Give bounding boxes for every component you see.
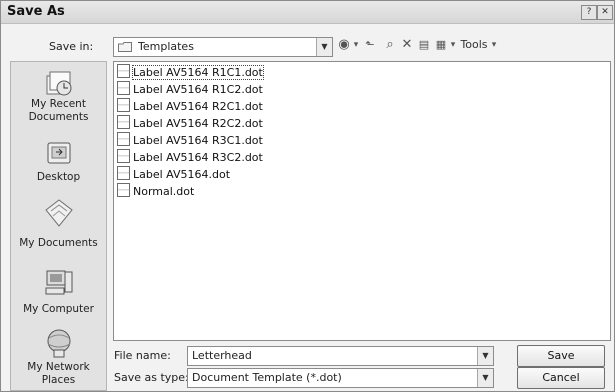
place-my-documents[interactable]: My Documents (11, 196, 106, 250)
file-item[interactable]: Label AV5164.dot (117, 166, 230, 181)
folder-icon (118, 42, 132, 52)
save-button[interactable]: Save (517, 345, 605, 367)
template-file-icon (117, 132, 130, 146)
search-icon[interactable]: ⌕ (383, 37, 397, 53)
new-folder-icon[interactable]: ▤ (417, 37, 431, 53)
file-item[interactable]: Label AV5164 R2C1.dot (117, 98, 263, 113)
place-desktop[interactable]: Desktop (11, 140, 106, 184)
place-my-computer[interactable]: My Computer (11, 268, 106, 316)
save-in-label: Save in: (49, 40, 94, 53)
file-name-input[interactable]: Letterhead ▼ (187, 346, 494, 366)
help-button[interactable]: ? (581, 5, 597, 20)
place-my-recent-documents[interactable]: My Recent Documents (11, 70, 106, 124)
my-computer-icon (45, 270, 72, 295)
save-in-value: Templates (138, 40, 194, 53)
place-label: My Documents (19, 237, 98, 249)
template-file-icon (117, 166, 130, 180)
places-bar: My Recent Documents Desktop My Documents… (10, 61, 107, 391)
my-documents-icon (44, 199, 73, 227)
file-item[interactable]: Label AV5164 R2C2.dot (117, 115, 263, 130)
place-label: My Recent Documents (28, 98, 89, 123)
file-name-value: Letterhead (192, 349, 252, 362)
file-item[interactable]: Label AV5164 R3C2.dot (117, 149, 263, 164)
tools-menu[interactable]: Tools (460, 37, 488, 53)
chevron-down-icon[interactable]: ▼ (477, 347, 493, 365)
save-in-dropdown[interactable]: Templates ▼ (113, 37, 333, 57)
back-dropdown-icon[interactable]: ▾ (352, 37, 360, 53)
my-network-places-icon (47, 329, 70, 358)
save-as-type-label: Save as type: (114, 371, 189, 384)
back-icon[interactable]: ◉ (337, 37, 351, 53)
file-item[interactable]: Normal.dot (117, 183, 194, 198)
dialog-title: Save As (7, 4, 65, 19)
place-label: Desktop (36, 171, 81, 183)
template-file-icon (117, 183, 130, 197)
file-item[interactable]: Label AV5164 R1C2.dot (117, 81, 263, 96)
title-bar: Save As ? ✕ (1, 1, 614, 24)
recent-documents-icon (46, 71, 71, 96)
views-dropdown-icon[interactable]: ▾ (449, 37, 457, 53)
chevron-down-icon: ▼ (316, 38, 332, 56)
template-file-icon (117, 64, 130, 78)
file-list[interactable]: Label AV5164 R1C1.dot Label AV5164 R1C2.… (113, 61, 611, 341)
file-item[interactable]: Label AV5164 R3C1.dot (117, 132, 263, 147)
file-item[interactable]: Label AV5164 R1C1.dot (117, 64, 264, 80)
place-label: My Computer (23, 303, 94, 315)
up-folder-icon[interactable]: ⬑ (363, 37, 377, 53)
file-name-label: File name: (114, 349, 171, 362)
save-as-type-value: Document Template (*.dot) (192, 371, 342, 384)
close-button[interactable]: ✕ (597, 5, 613, 20)
place-label: My Network Places (27, 361, 90, 386)
template-file-icon (117, 81, 130, 95)
save-as-type-dropdown[interactable]: Document Template (*.dot) ▼ (187, 368, 494, 388)
cancel-button[interactable]: Cancel (517, 367, 605, 389)
save-as-dialog: Save As ? ✕ Save in: Templates ▼ ◉ ▾ ⬑ ⌕… (0, 0, 615, 392)
template-file-icon (117, 115, 130, 129)
template-file-icon (117, 98, 130, 112)
chevron-down-icon: ▼ (477, 369, 493, 387)
template-file-icon (117, 149, 130, 163)
place-my-network-places[interactable]: My Network Places (11, 328, 106, 387)
delete-icon[interactable]: ✕ (400, 37, 414, 53)
tools-dropdown-icon[interactable]: ▾ (490, 37, 498, 53)
desktop-icon (47, 142, 70, 164)
views-icon[interactable]: ▦ (434, 37, 448, 53)
